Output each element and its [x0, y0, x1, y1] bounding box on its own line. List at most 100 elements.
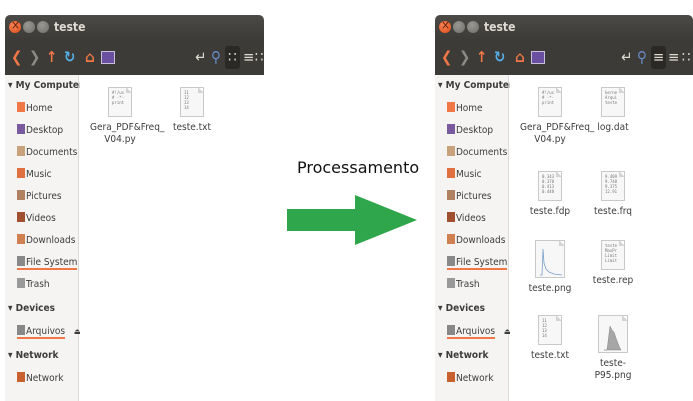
sidebar-item-trash[interactable]: Trash: [447, 278, 480, 292]
sidebar-item-label: File System: [456, 257, 508, 268]
sidebar-section-devices[interactable]: ▾ Devices: [8, 303, 55, 314]
terminal-icon[interactable]: [531, 51, 545, 64]
up-arrow-icon[interactable]: ↑: [476, 48, 487, 67]
expand-triangle-icon[interactable]: ▾: [8, 303, 16, 314]
sidebar-item-home[interactable]: Home: [17, 102, 53, 116]
file-item[interactable]: teste-P95.png: [583, 315, 643, 382]
sidebar-item-desktop[interactable]: Desktop: [17, 124, 63, 138]
sidebar-item-arquivos[interactable]: Arquivos: [447, 325, 496, 339]
file-item[interactable]: 11 12 13 14 teste.txt: [520, 315, 580, 362]
sidebar-item-label: Desktop: [456, 125, 494, 136]
sidebar-item-label: Music: [456, 169, 482, 180]
search-icon[interactable]: ⚲: [211, 48, 221, 67]
expand-triangle-icon[interactable]: ▾: [438, 80, 446, 91]
sidebar-item-label: Home: [456, 103, 483, 114]
sidebar-item-label: Videos: [456, 213, 486, 224]
sidebar-section-devices[interactable]: ▾ Devices: [438, 303, 485, 314]
sidebar-item-pictures[interactable]: Pictures: [447, 190, 492, 204]
columns-icon[interactable]: ∷: [255, 48, 264, 67]
back-icon[interactable]: ❮: [11, 48, 22, 67]
terminal-icon[interactable]: [101, 51, 115, 64]
sidebar-item-file-system[interactable]: File System: [17, 256, 78, 270]
expand-triangle-icon[interactable]: ▾: [438, 303, 446, 314]
sidebar-item-music[interactable]: Music: [447, 168, 482, 182]
return-icon[interactable]: ↵: [195, 48, 206, 67]
list-view-icon[interactable]: ≡: [668, 48, 679, 67]
home-icon[interactable]: ⌂: [515, 48, 525, 67]
reload-icon[interactable]: ↻: [494, 48, 505, 67]
file-item[interactable]: teste MaxPr Limit Limit teste.rep: [583, 240, 643, 287]
sidebar-item-videos[interactable]: Videos: [17, 212, 56, 226]
forward-icon[interactable]: ❯: [459, 48, 470, 67]
minimize-window-button[interactable]: [453, 21, 465, 33]
sidebar-item-label: Trash: [26, 279, 50, 290]
window-title: teste: [54, 20, 86, 34]
sidebar: ▾ My Computer Home Desktop Documents Music Pi…: [435, 75, 513, 401]
documents-folder-icon: [17, 146, 25, 156]
columns-icon[interactable]: ∷: [682, 48, 691, 67]
drive-icon: [17, 325, 25, 335]
toolbar: ❮ ❯ ↑ ↻ ⌂ ↵ ⚲ ∷ ≡ ∷: [5, 40, 264, 75]
sidebar-item-home[interactable]: Home: [447, 102, 483, 116]
image-file-icon: [598, 315, 628, 353]
sidebar-item-pictures[interactable]: Pictures: [17, 190, 62, 204]
forward-icon[interactable]: ❯: [29, 48, 40, 67]
sidebar-section-network[interactable]: ▾ Network: [8, 350, 59, 361]
window-title: teste: [484, 20, 516, 34]
preview-line: 14: [184, 105, 189, 110]
title-bar: teste: [5, 15, 264, 40]
grid-view-icon[interactable]: ∷: [225, 46, 240, 69]
image-file-icon: [535, 240, 565, 278]
sidebar-item-network[interactable]: Network: [17, 372, 64, 386]
sidebar-item-label: File System: [26, 257, 78, 268]
close-window-button[interactable]: [9, 18, 21, 33]
sidebar-item-music[interactable]: Music: [17, 168, 52, 182]
drive-icon: [17, 256, 25, 266]
expand-triangle-icon[interactable]: ▾: [438, 350, 446, 361]
up-arrow-icon[interactable]: ↑: [46, 48, 57, 67]
sidebar-item-network[interactable]: Network: [447, 372, 494, 386]
close-window-button[interactable]: [439, 18, 451, 33]
sidebar-item-file-system[interactable]: File System: [447, 256, 508, 270]
sidebar-item-videos[interactable]: Videos: [447, 212, 486, 226]
text-file-icon: 11 12 13 14: [538, 315, 562, 345]
file-item[interactable]: 9.409 9.748 9.375 12.91 teste.frq: [583, 171, 643, 218]
sidebar-item-label: Pictures: [26, 191, 62, 202]
search-icon[interactable]: ⚲: [637, 48, 647, 67]
sidebar-item-documents[interactable]: Documents: [17, 146, 77, 160]
preview-line: Limit: [605, 258, 618, 263]
file-item[interactable]: 0.343 0.378 0.413 0.448 teste.fdp: [520, 171, 580, 218]
sidebar-item-downloads[interactable]: Downloads: [447, 234, 505, 248]
file-item[interactable]: #!/us # -*- print Gera_PDF&Freq_ V04.py: [90, 87, 164, 146]
file-item[interactable]: teste.png: [520, 240, 580, 295]
sidebar-item-label: Music: [26, 169, 52, 180]
grid-view-icon[interactable]: ≡: [651, 46, 666, 69]
home-icon[interactable]: ⌂: [85, 48, 95, 67]
reload-icon[interactable]: ↻: [64, 48, 75, 67]
file-item[interactable]: 11 12 13 14 teste.txt: [162, 87, 222, 134]
network-icon: [17, 372, 25, 382]
file-item[interactable]: #!/us # -*- print Gera_PDF&Freq_ V04.py: [520, 87, 594, 146]
back-icon[interactable]: ❮: [441, 48, 452, 67]
trash-icon: [447, 278, 455, 288]
maximize-window-button[interactable]: [37, 21, 49, 33]
sidebar-item-arquivos[interactable]: Arquivos: [17, 325, 66, 339]
sidebar-item-trash[interactable]: Trash: [17, 278, 50, 292]
file-item[interactable]: kerne Arqui teste log.dat: [583, 87, 643, 134]
text-file-icon: #!/us # -*- print: [108, 87, 132, 117]
sidebar-section-my-computer[interactable]: ▾ My Computer: [438, 80, 513, 91]
sidebar-item-downloads[interactable]: Downloads: [17, 234, 75, 248]
preview-line: print: [112, 100, 125, 105]
sidebar-section-my-computer[interactable]: ▾ My Computer: [8, 80, 83, 91]
expand-triangle-icon[interactable]: ▾: [8, 350, 16, 361]
list-view-icon[interactable]: ≡: [243, 48, 254, 67]
maximize-window-button[interactable]: [467, 21, 479, 33]
return-icon[interactable]: ↵: [621, 48, 632, 67]
minimize-window-button[interactable]: [23, 21, 35, 33]
sidebar-section-network[interactable]: ▾ Network: [438, 350, 489, 361]
expand-triangle-icon[interactable]: ▾: [8, 80, 16, 91]
sidebar-item-desktop[interactable]: Desktop: [447, 124, 493, 138]
sidebar-item-documents[interactable]: Documents: [447, 146, 507, 160]
videos-folder-icon: [17, 212, 25, 222]
preview-line: 0.448: [542, 189, 555, 194]
